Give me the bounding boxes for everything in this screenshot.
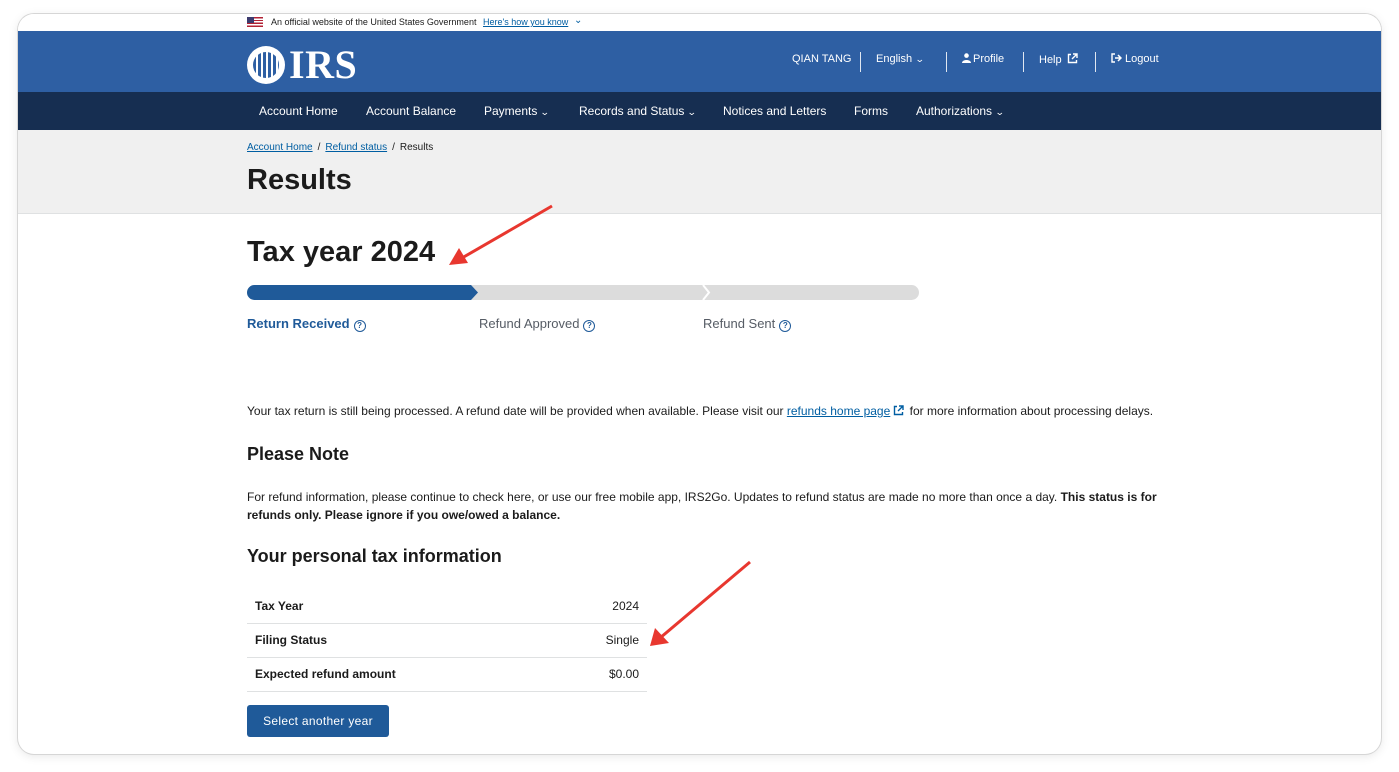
logo-text: IRS <box>289 42 358 87</box>
page-title: Results <box>247 164 352 196</box>
status-message: Your tax return is still being processed… <box>247 402 1153 420</box>
main-nav: Account Home Account Balance Payments ⌄ R… <box>18 92 1381 130</box>
divider <box>860 52 861 72</box>
gov-banner: An official website of the United States… <box>18 14 1381 31</box>
user-name: QIAN TANG <box>792 53 852 65</box>
please-note-text: For refund information, please continue … <box>247 488 1167 524</box>
browser-window: An official website of the United States… <box>18 14 1381 754</box>
page-hero: Account Home / Refund status / Results Resul… <box>18 130 1381 214</box>
please-note-body: For refund information, please continue … <box>247 490 1058 504</box>
breadcrumb-refund-status[interactable]: Refund status <box>325 142 387 153</box>
select-another-year-button[interactable]: Select another year <box>247 705 389 737</box>
nav-authorizations-label: Authorizations <box>916 104 993 118</box>
please-note-bold-1: This status is for <box>1060 490 1157 504</box>
eagle-icon <box>247 46 285 84</box>
nav-records-label: Records and Status <box>579 104 685 118</box>
logout-label: Logout <box>1125 53 1159 65</box>
tax-year-heading: Tax year 2024 <box>247 236 436 268</box>
divider <box>946 52 947 72</box>
language-selector[interactable]: English ⌄ <box>876 53 925 65</box>
help-label: Help <box>1039 54 1062 66</box>
table-row: Filing Status Single <box>247 623 647 657</box>
row-value: Single <box>605 633 639 647</box>
nav-account-balance[interactable]: Account Balance <box>366 104 456 118</box>
nav-forms[interactable]: Forms <box>854 104 888 118</box>
row-value: 2024 <box>612 598 639 613</box>
progress-fill <box>247 285 478 300</box>
step-label: Refund Sent <box>703 316 776 331</box>
breadcrumb: Account Home / Refund status / Results <box>247 142 434 153</box>
external-link-icon <box>1067 53 1078 64</box>
step-return-received: Return Received? <box>247 316 366 332</box>
us-flag-icon <box>247 17 263 27</box>
help-link[interactable]: Help <box>1039 53 1078 66</box>
nav-records-and-status[interactable]: Records and Status ⌄ <box>579 104 698 118</box>
logout-link[interactable]: Logout <box>1111 53 1159 65</box>
chevron-down-icon: ⌄ <box>994 107 1005 117</box>
progress-divider <box>702 285 712 300</box>
nav-notices-and-letters[interactable]: Notices and Letters <box>723 104 826 118</box>
step-label: Refund Approved <box>479 316 580 331</box>
breadcrumb-account-home[interactable]: Account Home <box>247 142 313 153</box>
chevron-down-icon[interactable]: ⌄ <box>574 15 582 26</box>
please-note-heading: Please Note <box>247 444 350 464</box>
status-text-before: Your tax return is still being processed… <box>247 404 784 418</box>
personal-info-heading: Your personal tax information <box>247 546 502 566</box>
logout-icon <box>1111 53 1123 63</box>
profile-link[interactable]: Profile <box>962 53 1004 65</box>
nav-payments-label: Payments <box>484 104 538 118</box>
help-question-icon[interactable]: ? <box>353 320 366 332</box>
step-label: Return Received <box>247 316 350 331</box>
help-question-icon[interactable]: ? <box>779 320 792 332</box>
person-icon <box>962 53 971 63</box>
row-label: Tax Year <box>255 598 304 613</box>
gov-banner-text: An official website of the United States… <box>271 17 477 27</box>
please-note-bold-2: refunds only. Please ignore if you owe/o… <box>247 508 561 522</box>
nav-authorizations[interactable]: Authorizations ⌄ <box>916 104 1005 118</box>
chevron-down-icon: ⌄ <box>914 54 925 64</box>
step-refund-approved: Refund Approved? <box>479 316 596 332</box>
row-value: $0.00 <box>608 667 639 681</box>
chevron-down-icon: ⌄ <box>540 107 551 117</box>
nav-payments[interactable]: Payments ⌄ <box>484 104 551 118</box>
irs-logo[interactable]: IRS <box>247 45 357 85</box>
row-label: Expected refund amount <box>255 667 396 681</box>
refunds-home-page-link[interactable]: refunds home page <box>787 404 890 418</box>
step-refund-sent: Refund Sent? <box>703 316 792 332</box>
table-row: Expected refund amount $0.00 <box>247 657 647 691</box>
refund-progress-bar <box>247 285 919 300</box>
row-label: Filing Status <box>255 633 327 647</box>
site-header: IRS QIAN TANG English ⌄ Profile Help Logo… <box>18 31 1381 92</box>
chevron-down-icon: ⌄ <box>687 107 698 117</box>
external-link-icon <box>894 405 904 416</box>
nav-account-home[interactable]: Account Home <box>259 104 338 118</box>
divider <box>1023 52 1024 72</box>
personal-info-table: Tax Year 2024 Filing Status Single Expec… <box>247 589 647 692</box>
help-question-icon[interactable]: ? <box>583 320 596 332</box>
breadcrumb-current: Results <box>399 142 434 153</box>
status-text-after: for more information about processing de… <box>909 404 1154 418</box>
language-label: English <box>876 53 913 65</box>
table-row: Tax Year 2024 <box>247 589 647 623</box>
divider <box>1095 52 1096 72</box>
heres-how-you-know-link[interactable]: Here's how you know <box>483 17 568 27</box>
profile-label: Profile <box>973 53 1005 65</box>
